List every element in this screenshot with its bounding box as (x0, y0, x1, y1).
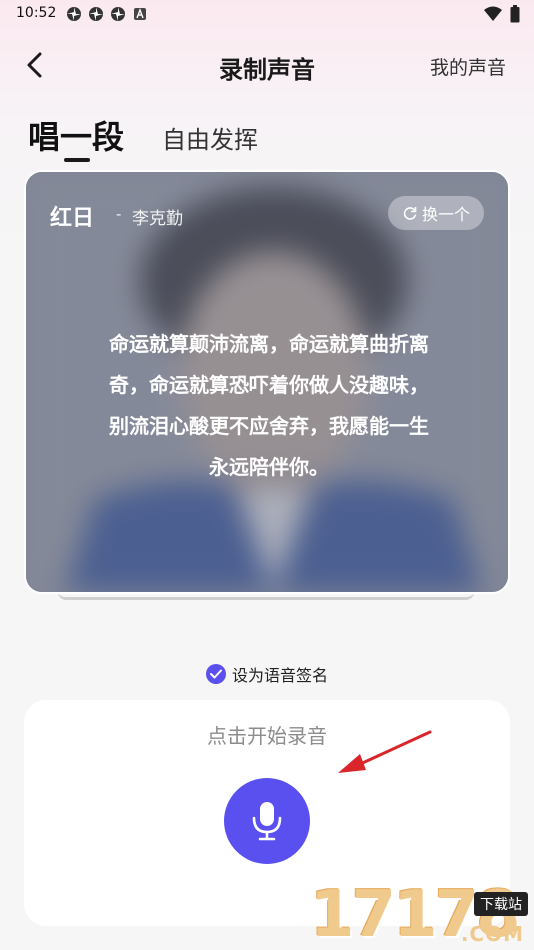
swap-song-label: 换一个 (421, 205, 470, 224)
status-time: 10:52 (16, 5, 57, 21)
checkmark-icon (209, 669, 222, 679)
refresh-icon (403, 207, 417, 220)
my-voice-link[interactable]: 我的声音 (430, 53, 506, 80)
signature-label: 设为语音签名 (231, 666, 328, 685)
signature-option[interactable]: 设为语音签名 (0, 662, 534, 686)
site-watermark: 17178 下载站 .COM (310, 880, 534, 950)
lyrics: 命运就算颠沛流离，命运就算曲折离 奇，命运就算恐吓着你做人没趣味， 别流泪心酸更… (66, 324, 472, 488)
status-bar: 10:52 (0, 0, 534, 30)
swap-song-button[interactable]: 换一个 (388, 196, 484, 230)
battery-icon (510, 5, 520, 23)
signature-checkbox[interactable] (205, 664, 226, 684)
lyrics-line: 永远陪伴你。 (209, 455, 329, 479)
song-separator: - (116, 205, 122, 223)
song-title: 红日 (50, 206, 95, 231)
record-button[interactable] (224, 778, 310, 864)
wifi-icon (484, 6, 502, 21)
notification-icons (66, 6, 148, 22)
lyrics-line: 命运就算颠沛流离，命运就算曲折离 (109, 332, 429, 356)
lyrics-line: 奇，命运就算恐吓着你做人没趣味， (109, 373, 429, 397)
watermark-domain: .COM (460, 922, 524, 946)
song-artist: 李克勤 (132, 209, 183, 229)
watermark-badge: 下载站 (474, 892, 528, 916)
a-badge-icon (134, 8, 146, 20)
song-card: 红日 - 李克勤 换一个 命运就算颠沛流离，命运就算曲折离 奇，命运就算恐吓着你… (24, 170, 510, 594)
annotation-arrow-icon (338, 730, 432, 773)
tab-active-indicator (64, 158, 90, 162)
pinwheel-icon (89, 7, 103, 21)
pinwheel-icon (67, 7, 81, 21)
header: 录制声音 我的声音 (0, 38, 534, 94)
tab-freestyle[interactable]: 自由发挥 (162, 120, 258, 155)
status-right-icons (484, 5, 520, 23)
microphone-icon (252, 802, 282, 841)
tab-sing[interactable]: 唱一段 (28, 112, 124, 158)
pinwheel-icon (111, 7, 125, 21)
lyrics-line: 别流泪心酸更不应舍弃，我愿能一生 (109, 414, 429, 438)
